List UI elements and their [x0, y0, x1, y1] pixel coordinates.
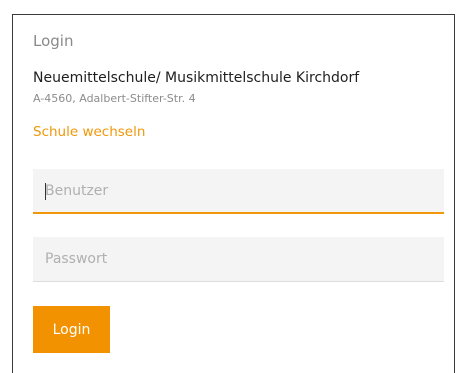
- login-button[interactable]: Login: [33, 306, 110, 353]
- login-card: Login Neuemittelschule/ Musikmittelschul…: [12, 14, 455, 373]
- school-address: A-4560, Adalbert-Stifter-Str. 4: [33, 92, 196, 105]
- school-name: Neuemittelschule/ Musikmittelschule Kirc…: [33, 70, 360, 86]
- username-input[interactable]: [33, 169, 444, 214]
- password-input[interactable]: [33, 237, 444, 282]
- login-title: Login: [33, 32, 74, 50]
- text-cursor: [45, 183, 46, 200]
- change-school-link[interactable]: Schule wechseln: [33, 124, 145, 140]
